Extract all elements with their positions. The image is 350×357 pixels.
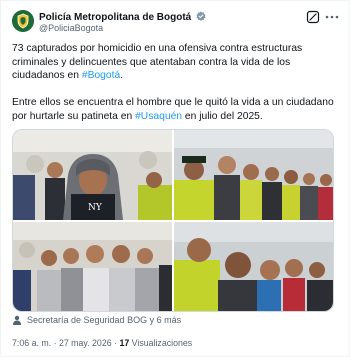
tweet-paragraph-1: 73 capturados por homicidio en una ofens… (12, 42, 342, 83)
media-photo-2[interactable] (174, 130, 334, 220)
person-icon (13, 315, 21, 325)
tweet-p2-end: en julio del 2025. (182, 110, 263, 122)
avatar[interactable] (12, 10, 34, 32)
more-options-icon (325, 15, 339, 19)
svg-text:NY: NY (88, 203, 103, 213)
tweet-card: Policía Metropolitana de Bogotá @Policia… (0, 0, 350, 357)
more-options-button[interactable] (324, 10, 340, 24)
tweet-meta: 7:06 a. m. · 27 may. 2026 · 17 Visualiza… (12, 338, 192, 348)
views-label: Visualizaciones (129, 338, 193, 348)
tagged-users[interactable]: Secretaría de Seguridad BOG y 6 más (12, 315, 181, 325)
author-name[interactable]: Policía Metropolitana de Bogotá (39, 11, 206, 23)
media-grid: NY (12, 129, 334, 312)
tweet-p1-text: 73 capturados por homicidio en una ofens… (12, 43, 303, 81)
media-photo-1[interactable]: NY (13, 130, 172, 220)
tweet-date[interactable]: 27 may. 2026 (59, 338, 112, 348)
tweet-text: 73 capturados por homicidio en una ofens… (12, 42, 342, 123)
author-handle[interactable]: @PoliciaBogota (39, 23, 103, 33)
police-shield-icon (12, 10, 34, 32)
hashtag-bogota[interactable]: #Bogotá (82, 70, 120, 81)
tagged-users-text: Secretaría de Seguridad BOG y 6 más (27, 315, 182, 325)
hashtag-usaquen[interactable]: #Usaquén (135, 111, 182, 122)
author-name-text: Policía Metropolitana de Bogotá (39, 12, 192, 23)
tweet-p1-end: . (120, 70, 124, 81)
verified-badge-icon (196, 11, 206, 21)
views-count: 17 (119, 338, 130, 348)
tweet-time[interactable]: 7:06 a. m. (12, 338, 51, 348)
meta-separator: · (51, 338, 59, 348)
grok-button[interactable] (306, 10, 320, 24)
media-photo-4[interactable] (174, 222, 334, 312)
grok-icon (306, 10, 320, 24)
tweet-paragraph-2: Entre ellos se encuentra el hombre que l… (12, 96, 342, 123)
media-photo-3[interactable] (13, 222, 172, 312)
